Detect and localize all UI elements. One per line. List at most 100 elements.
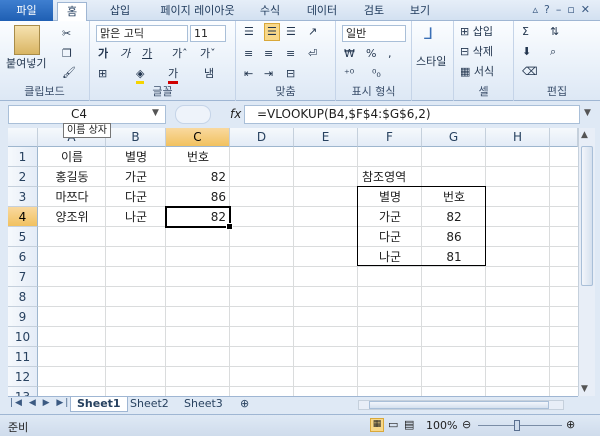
- insert-function-icon[interactable]: fx: [230, 107, 241, 121]
- tab-home[interactable]: 홈: [57, 2, 87, 22]
- normal-view-icon[interactable]: ▦: [370, 418, 384, 432]
- column-header-f[interactable]: F: [358, 128, 422, 147]
- help-icon[interactable]: ?: [544, 3, 556, 16]
- phonetic-icon[interactable]: 냄: [204, 67, 214, 81]
- align-right-icon[interactable]: ≡: [286, 47, 295, 61]
- row-header-9[interactable]: 9: [8, 307, 38, 327]
- paste-icon[interactable]: [14, 25, 40, 55]
- copy-icon[interactable]: ❐: [62, 47, 72, 61]
- scroll-thumb[interactable]: [581, 146, 593, 286]
- scroll-up-icon[interactable]: ▲: [581, 130, 588, 140]
- italic-icon[interactable]: 가: [120, 47, 130, 61]
- name-box[interactable]: C4: [8, 105, 166, 124]
- cell-g5[interactable]: 86: [422, 227, 486, 247]
- tab-formulas[interactable]: 수식: [250, 2, 290, 21]
- cell-f2[interactable]: 참조영역: [360, 167, 430, 187]
- row-header-2[interactable]: 2: [8, 167, 38, 187]
- select-all-corner[interactable]: [8, 128, 38, 147]
- autosum-icon[interactable]: Σ: [522, 25, 529, 39]
- zoom-level[interactable]: 100%: [426, 419, 457, 432]
- currency-icon[interactable]: ₩: [344, 47, 355, 61]
- cell-a2[interactable]: 홍길동: [38, 167, 106, 187]
- row-header-5[interactable]: 5: [8, 227, 38, 247]
- cell-b2[interactable]: 가군: [106, 167, 166, 187]
- paste-button[interactable]: 붙여넣기: [6, 57, 46, 71]
- increase-indent-icon[interactable]: ⇥: [264, 67, 273, 81]
- cell-f3[interactable]: 별명: [358, 187, 422, 207]
- decrease-decimal-icon[interactable]: ⁰₀: [372, 67, 381, 81]
- tab-review[interactable]: 검토: [354, 2, 394, 21]
- cell-g4[interactable]: 82: [422, 207, 486, 227]
- border-icon[interactable]: ⊞: [98, 67, 107, 81]
- tab-insert[interactable]: 삽입: [100, 2, 140, 21]
- align-middle-icon[interactable]: ☰: [264, 23, 280, 41]
- close-icon[interactable]: ✕: [581, 3, 596, 16]
- minimize-ribbon-icon[interactable]: ▵: [532, 3, 544, 16]
- decrease-indent-icon[interactable]: ⇤: [244, 67, 253, 81]
- formula-bar-divider[interactable]: [175, 105, 211, 124]
- styles-button[interactable]: 스타일: [416, 55, 446, 69]
- align-bottom-icon[interactable]: ☰: [286, 25, 296, 39]
- merge-center-icon[interactable]: ⊟: [286, 67, 295, 81]
- cell-a4[interactable]: 양조위: [38, 207, 106, 227]
- column-header-e[interactable]: E: [294, 128, 358, 147]
- row-header-10[interactable]: 10: [8, 327, 38, 347]
- page-break-view-icon[interactable]: ▤: [404, 418, 414, 431]
- cell-g6[interactable]: 81: [422, 247, 486, 267]
- styles-icon[interactable]: ⅃: [424, 26, 433, 42]
- row-header-11[interactable]: 11: [8, 347, 38, 367]
- align-top-icon[interactable]: ☰: [244, 25, 254, 39]
- formula-input[interactable]: =VLOOKUP(B4,$F$4:$G$6,2): [244, 105, 580, 124]
- window-controls[interactable]: ▵?–▫✕: [532, 3, 596, 16]
- zoom-out-icon[interactable]: ⊖: [462, 418, 471, 431]
- cell-a3[interactable]: 마쯔다: [38, 187, 106, 207]
- sheet-nav-icons[interactable]: |◀ ◀ ▶ ▶|: [10, 398, 70, 408]
- font-size-select[interactable]: 11: [190, 25, 226, 42]
- grow-font-icon[interactable]: 가ˆ: [172, 47, 188, 61]
- restore-icon[interactable]: ▫: [567, 3, 580, 16]
- row-header-1[interactable]: 1: [8, 147, 38, 167]
- increase-decimal-icon[interactable]: ⁺⁰: [344, 67, 354, 81]
- worksheet-grid[interactable]: A B C D E F G H 1 2 3 4 5 6 7 8 9 10 11 …: [8, 128, 578, 396]
- expand-formula-bar-icon[interactable]: ▼: [584, 108, 591, 118]
- zoom-slider-thumb[interactable]: [514, 420, 520, 431]
- tab-view[interactable]: 보기: [400, 2, 440, 21]
- scroll-down-icon[interactable]: ▼: [581, 384, 588, 394]
- horizontal-scroll-thumb[interactable]: [369, 401, 549, 409]
- cell-f5[interactable]: 다군: [358, 227, 422, 247]
- tab-page-layout[interactable]: 페이지 레이아웃: [150, 2, 245, 21]
- insert-cells-button[interactable]: ⊞ 삽입: [460, 25, 493, 39]
- tab-file[interactable]: 파일: [0, 0, 53, 21]
- sheet-tab-3[interactable]: Sheet3: [178, 397, 229, 412]
- font-color-icon[interactable]: 가: [168, 67, 179, 84]
- align-left-icon[interactable]: ≡: [244, 47, 253, 61]
- zoom-slider[interactable]: [478, 425, 562, 426]
- shrink-font-icon[interactable]: 가ˇ: [200, 47, 216, 61]
- zoom-in-icon[interactable]: ⊕: [566, 418, 575, 431]
- font-name-select[interactable]: 맑은 고딕: [96, 25, 188, 42]
- underline-icon[interactable]: 가: [142, 47, 152, 61]
- name-box-dropdown-icon[interactable]: ▼: [152, 108, 159, 118]
- comma-icon[interactable]: ,: [388, 47, 392, 61]
- orientation-icon[interactable]: ↗: [308, 25, 317, 39]
- cell-g3[interactable]: 번호: [422, 187, 486, 207]
- row-header-13[interactable]: 13: [8, 387, 38, 396]
- column-header-h[interactable]: H: [486, 128, 550, 147]
- row-header-7[interactable]: 7: [8, 267, 38, 287]
- active-cell-selection[interactable]: [165, 206, 233, 230]
- fill-icon[interactable]: ⬇: [522, 45, 531, 59]
- bold-icon[interactable]: 가: [98, 47, 108, 61]
- tab-data[interactable]: 데이터: [298, 2, 346, 21]
- format-cells-button[interactable]: ▦ 서식: [460, 65, 494, 79]
- format-painter-icon[interactable]: 🖌: [62, 66, 76, 80]
- align-center-icon[interactable]: ≡: [264, 47, 273, 61]
- row-header-4[interactable]: 4: [8, 207, 38, 227]
- row-header-8[interactable]: 8: [8, 287, 38, 307]
- vertical-scrollbar[interactable]: ▲ ▼: [578, 128, 595, 396]
- new-sheet-icon[interactable]: ⊕: [234, 397, 255, 412]
- cell-f4[interactable]: 가군: [358, 207, 422, 227]
- number-format-select[interactable]: 일반: [342, 25, 406, 42]
- wrap-text-icon[interactable]: ⏎: [308, 47, 317, 61]
- minimize-icon[interactable]: –: [556, 3, 568, 16]
- clear-icon[interactable]: ⌫: [522, 65, 538, 79]
